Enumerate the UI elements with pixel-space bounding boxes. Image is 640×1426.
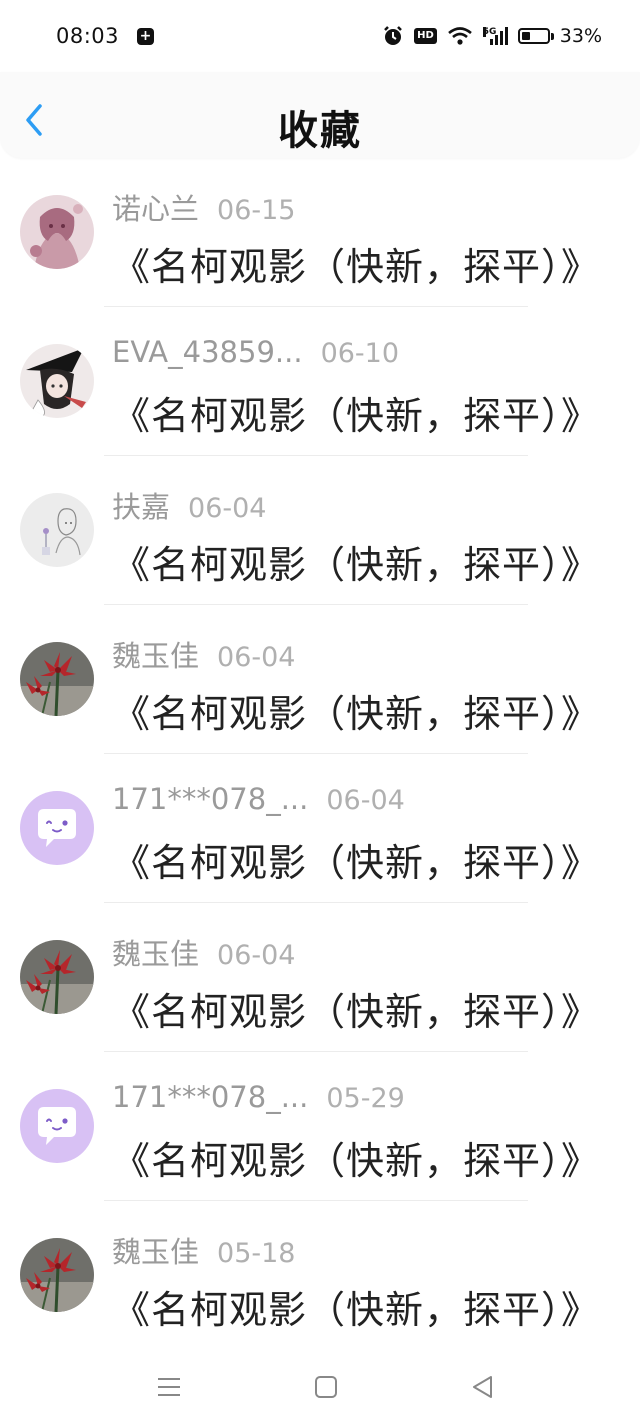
favorite-list-item[interactable]: 扶嘉 06-04 《名柯观影（快新，探平）》 [0, 456, 640, 605]
nav-back-button[interactable] [468, 1372, 498, 1402]
home-button[interactable] [311, 1372, 341, 1402]
item-title: 《名柯观影（快新，探平）》 [112, 245, 601, 289]
date: 06-04 [217, 642, 296, 673]
avatar[interactable] [20, 195, 94, 269]
user-line: EVA_43859... 06-10 [112, 335, 399, 369]
favorite-list-item[interactable]: EVA_43859... 06-10 《名柯观影（快新，探平）》 [0, 307, 640, 456]
favorite-list-item[interactable]: 诺心兰 06-15 《名柯观影（快新，探平）》 [0, 158, 640, 307]
username: 诺心兰 [112, 192, 200, 226]
avatar[interactable] [20, 493, 94, 567]
hd-icon: HD [414, 28, 437, 44]
avatar[interactable] [20, 1238, 94, 1312]
user-line: 扶嘉 06-04 [112, 484, 266, 526]
username: 魏玉佳 [112, 639, 200, 673]
network-type-label: 5G [482, 27, 497, 37]
username: 魏玉佳 [112, 1235, 200, 1269]
username: EVA_43859... [112, 335, 303, 369]
item-title: 《名柯观影（快新，探平）》 [112, 1139, 601, 1183]
favorite-list-item[interactable]: 171***078_... 05-29 《名柯观影（快新，探平）》 [0, 1052, 640, 1201]
date: 06-10 [320, 338, 400, 369]
user-line: 171***078_... 05-29 [112, 1080, 405, 1114]
avatar[interactable] [20, 791, 94, 865]
username: 扶嘉 [112, 490, 171, 524]
favorite-list-item[interactable]: 171***078_... 06-04 《名柯观影（快新，探平）》 [0, 754, 640, 903]
home-square-icon [315, 1376, 337, 1398]
user-line: 诺心兰 06-15 [112, 186, 295, 228]
page-title: 收藏 [278, 108, 362, 154]
avatar[interactable] [20, 1089, 94, 1163]
item-title: 《名柯观影（快新，探平）》 [112, 841, 601, 885]
item-title: 《名柯观影（快新，探平）》 [112, 394, 601, 438]
date: 05-18 [217, 1238, 296, 1269]
user-line: 魏玉佳 06-04 [112, 633, 295, 675]
wifi-icon [447, 27, 472, 45]
back-triangle-icon [473, 1376, 492, 1398]
status-time: 08:03 [56, 24, 120, 48]
avatar[interactable] [20, 642, 94, 716]
favorites-list: 诺心兰 06-15 《名柯观影（快新，探平）》 EVA_43859... 06-10… [0, 158, 640, 1350]
menu-button[interactable] [154, 1372, 184, 1402]
status-bar: 08:03 + HD 5G 33% [0, 0, 640, 72]
date: 06-04 [188, 493, 267, 524]
item-title: 《名柯观影（快新，探平）》 [112, 543, 601, 587]
username: 171***078_... [112, 782, 309, 816]
item-title: 《名柯观影（快新，探平）》 [112, 1288, 601, 1332]
menu-icon [158, 1378, 180, 1396]
item-title: 《名柯观影（快新，探平）》 [112, 692, 601, 736]
title-bar: 收藏 [0, 72, 640, 158]
username: 魏玉佳 [112, 937, 200, 971]
avatar[interactable] [20, 344, 94, 418]
cellular-signal-icon: 5G [482, 27, 508, 45]
date: 06-04 [326, 785, 405, 816]
date: 05-29 [326, 1083, 405, 1114]
favorite-list-item[interactable]: 魏玉佳 06-04 《名柯观影（快新，探平）》 [0, 903, 640, 1052]
user-line: 魏玉佳 06-04 [112, 931, 295, 973]
notification-plus-icon: + [137, 27, 155, 45]
date: 06-04 [217, 940, 296, 971]
battery-icon: 33% [517, 25, 602, 47]
user-line: 171***078_... 06-04 [112, 782, 405, 816]
alarm-icon [384, 26, 402, 45]
favorite-list-item[interactable]: 魏玉佳 05-18 《名柯观影（快新，探平）》 [0, 1201, 640, 1350]
user-line: 魏玉佳 05-18 [112, 1229, 295, 1271]
username: 171***078_... [112, 1080, 309, 1114]
date: 06-15 [217, 195, 296, 226]
battery-percent: 33% [559, 25, 602, 47]
system-nav-bar [0, 1348, 640, 1426]
favorite-list-item[interactable]: 魏玉佳 06-04 《名柯观影（快新，探平）》 [0, 605, 640, 754]
avatar[interactable] [20, 940, 94, 1014]
item-title: 《名柯观影（快新，探平）》 [112, 990, 601, 1034]
